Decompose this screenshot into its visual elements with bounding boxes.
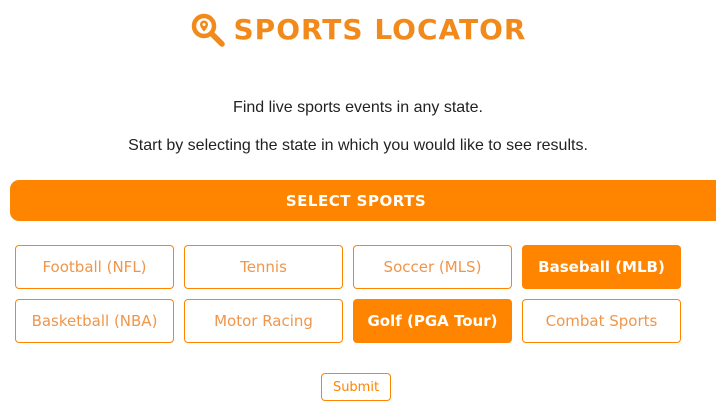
submit-button[interactable]: Submit [321, 373, 391, 401]
page-title: SPORTS LOCATOR [233, 13, 527, 46]
sports-options-grid: Football (NFL) Tennis Soccer (MLS) Baseb… [15, 245, 683, 343]
sport-option-combat-sports[interactable]: Combat Sports [522, 299, 681, 343]
sport-option-soccer[interactable]: Soccer (MLS) [353, 245, 512, 289]
sport-option-golf[interactable]: Golf (PGA Tour) [353, 299, 512, 343]
map-pin-search-icon [191, 13, 225, 47]
select-sports-label: SELECT SPORTS [285, 191, 427, 210]
sport-option-baseball[interactable]: Baseball (MLB) [522, 245, 681, 289]
app-header: SPORTS LOCATOR [0, 8, 716, 52]
sport-option-tennis[interactable]: Tennis [184, 245, 343, 289]
sport-option-football[interactable]: Football (NFL) [15, 245, 174, 289]
select-sports-bar: SELECT SPORTS [10, 180, 716, 221]
sport-option-motor-racing[interactable]: Motor Racing [184, 299, 343, 343]
instruction-text: Start by selecting the state in which yo… [128, 137, 588, 154]
sport-option-basketball[interactable]: Basketball (NBA) [15, 299, 174, 343]
intro-text: Find live sports events in any state. [233, 99, 483, 116]
